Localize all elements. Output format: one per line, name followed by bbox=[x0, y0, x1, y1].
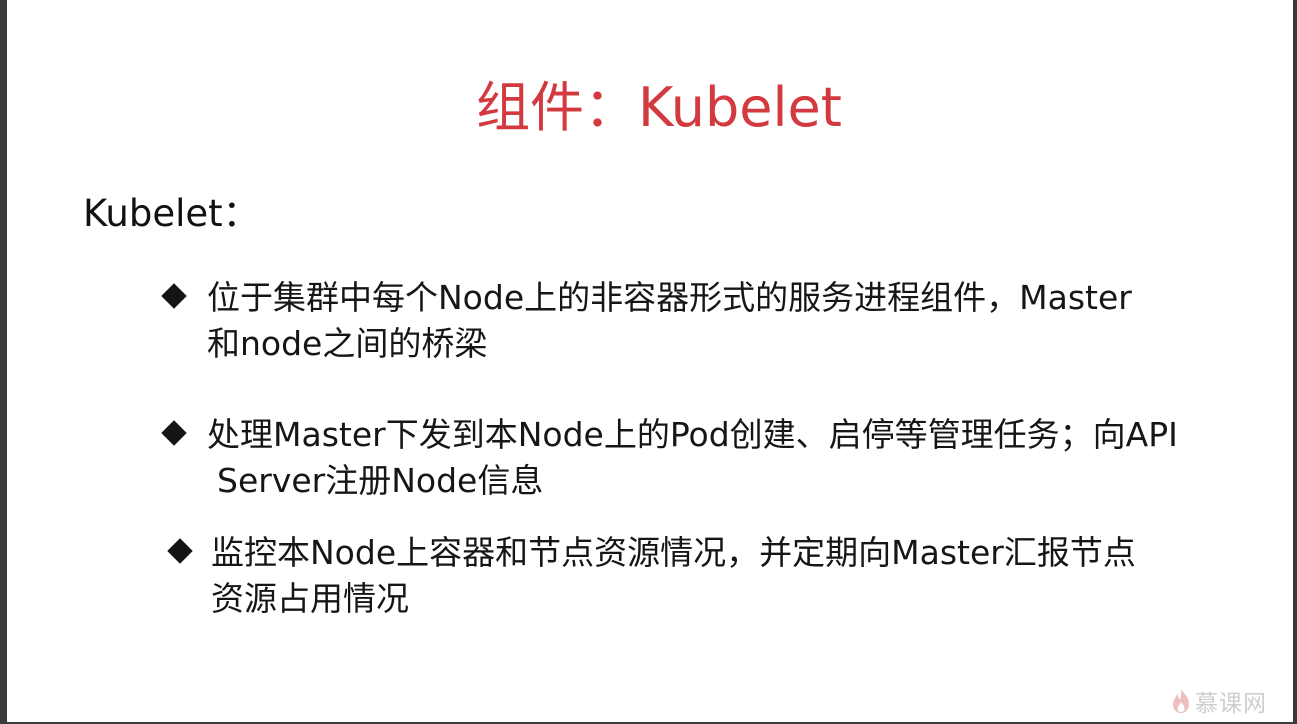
bullet-text-line: 处理Master下发到本Node上的Pod创建、启停等管理任务；向API bbox=[207, 415, 1178, 454]
bullet-item: 监控本Node上容器和节点资源情况，并定期向Master汇报节点 资源占用情况 bbox=[7, 530, 1293, 630]
watermark-logo: 慕课网 bbox=[1171, 686, 1267, 717]
bullet-text-line: Server注册Node信息 bbox=[217, 461, 544, 500]
bullet-text-line: 和node之间的桥梁 bbox=[207, 324, 488, 363]
section-heading: Kubelet： bbox=[83, 192, 260, 235]
bullet-item: 处理Master下发到本Node上的Pod创建、启停等管理任务；向API Ser… bbox=[7, 412, 1293, 512]
bullet-text-line: 资源占用情况 bbox=[211, 579, 409, 618]
slide-title: 组件：Kubelet bbox=[476, 76, 842, 139]
presentation-slide: 组件：Kubelet Kubelet： 位于集群中每个Node上的非容器形式的服… bbox=[7, 0, 1293, 722]
flame-logo-icon bbox=[1173, 689, 1189, 713]
diamond-bullet-icon bbox=[161, 283, 187, 309]
diamond-bullet-icon bbox=[161, 420, 187, 446]
bullet-text-line: 监控本Node上容器和节点资源情况，并定期向Master汇报节点 bbox=[211, 533, 1136, 572]
video-frame: 组件：Kubelet Kubelet： 位于集群中每个Node上的非容器形式的服… bbox=[0, 0, 1297, 724]
watermark-brand-text: 慕课网 bbox=[1195, 691, 1267, 717]
diamond-bullet-icon bbox=[167, 538, 193, 564]
bullet-text-line: 位于集群中每个Node上的非容器形式的服务进程组件，Master bbox=[207, 278, 1132, 317]
bullet-item: 位于集群中每个Node上的非容器形式的服务进程组件，Master 和node之间… bbox=[7, 275, 1293, 375]
